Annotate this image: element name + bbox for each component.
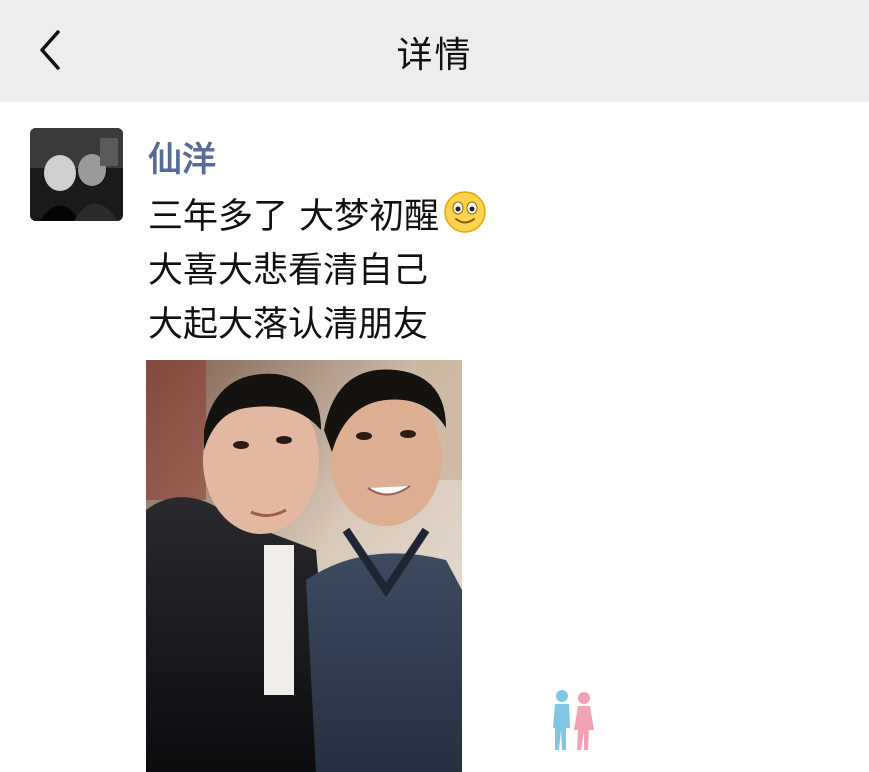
post-text-line-1: 三年多了 大梦初醒	[148, 197, 440, 237]
post-text-line-3: 大起大落认清朋友	[148, 305, 429, 345]
avatar[interactable]	[30, 128, 123, 221]
author-name[interactable]: 仙洋	[148, 132, 216, 181]
post-text-line: 三年多了 大梦初醒	[148, 190, 487, 244]
post-text-line-2: 大喜大悲看清自己	[148, 251, 429, 291]
post-photo[interactable]	[146, 360, 462, 772]
post-text: 三年多了 大梦初醒 大喜大悲看清自己 大起大落认清朋友	[148, 190, 487, 352]
moment-post: 仙洋 三年多了 大梦初醒 大喜大悲看清自己 大起大落认清朋友	[0, 102, 869, 772]
page-title: 详情	[396, 35, 473, 76]
nav-bar: 详情	[0, 0, 869, 102]
moments-detail-screen: 详情 仙洋 三年多了 大梦初醒 大喜大悲看清自己 大起大落认清朋友	[0, 0, 869, 772]
watermark-logo	[546, 688, 600, 752]
smile-emoji-icon	[444, 191, 486, 233]
couple-silhouette-icon	[553, 690, 594, 750]
avatar-image	[30, 128, 123, 221]
photo-image	[146, 360, 462, 772]
